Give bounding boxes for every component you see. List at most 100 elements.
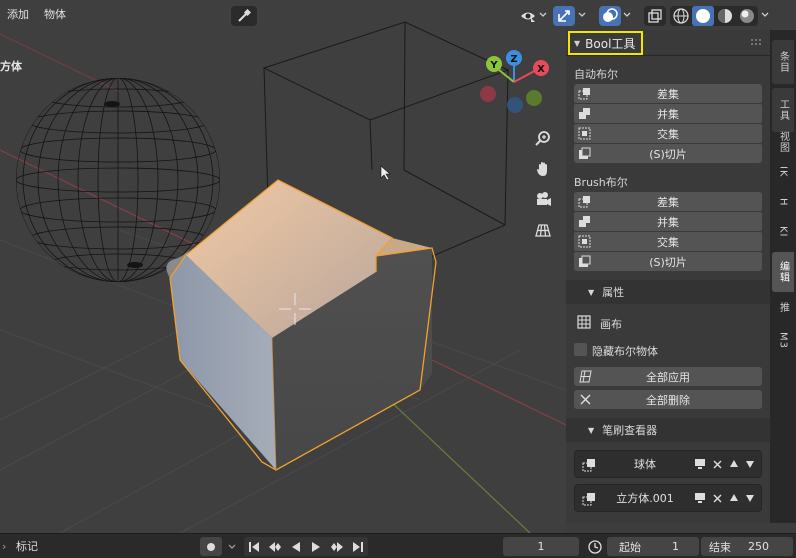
gizmo-icon bbox=[558, 10, 570, 22]
svg-text:X: X bbox=[537, 64, 545, 75]
navigation-gizmo: Z Y X bbox=[480, 50, 549, 113]
visibility-icon bbox=[521, 12, 535, 22]
perspective-grid-icon[interactable] bbox=[530, 217, 556, 243]
chevron-down-icon[interactable] bbox=[760, 9, 770, 21]
overlay-icon bbox=[603, 8, 618, 22]
collapse-triangle-icon: ▼ bbox=[588, 287, 595, 297]
tab-h[interactable]: H bbox=[772, 190, 794, 214]
xray-toggle-button[interactable] bbox=[644, 6, 666, 26]
arrow-up-icon[interactable] bbox=[729, 459, 739, 469]
collapse-triangle-icon: ▼ bbox=[574, 38, 581, 48]
next-keyframe-icon[interactable] bbox=[330, 541, 344, 553]
properties-subpanel-body: 画布 隐藏布尔物体 全部应用 全部删除 bbox=[566, 304, 770, 412]
chevron-down-icon[interactable] bbox=[577, 9, 587, 21]
mesh-grid-icon bbox=[579, 370, 592, 383]
delete-all-button[interactable]: 全部删除 bbox=[574, 390, 762, 409]
play-reverse-icon[interactable] bbox=[290, 541, 302, 553]
drag-handle-icon[interactable] bbox=[750, 37, 762, 47]
shading-rendered-icon[interactable] bbox=[740, 9, 754, 23]
chevron-down-icon[interactable] bbox=[538, 9, 548, 21]
hide-boolean-objects-checkbox[interactable] bbox=[574, 343, 587, 356]
tab-ik[interactable]: IK bbox=[772, 158, 794, 186]
scene-canvas[interactable]: Z Y X bbox=[0, 0, 566, 533]
monitor-icon[interactable] bbox=[694, 458, 706, 470]
brush-difference-button[interactable]: 差集 bbox=[574, 192, 762, 211]
viewport-header: 添加 物体 bbox=[0, 0, 770, 30]
slice-icon bbox=[579, 147, 591, 159]
gizmo-toggle-button[interactable] bbox=[553, 6, 575, 26]
marker-menu[interactable]: 标记 bbox=[16, 537, 38, 556]
chevron-down-icon[interactable] bbox=[226, 537, 238, 556]
auto-intersect-button[interactable]: 交集 bbox=[574, 124, 762, 143]
brush-viewer-subpanel-body: 球体 立方体.001 bbox=[566, 442, 770, 523]
auto-union-button[interactable]: 并集 bbox=[574, 104, 762, 123]
panel-title-highlight[interactable]: ▼ Bool工具 bbox=[568, 31, 644, 55]
svg-text:Y: Y bbox=[489, 60, 498, 71]
brush-item-sphere[interactable]: 球体 bbox=[574, 450, 762, 478]
n-panel-sidebar: ▼ Bool工具 自动布尔 差集 并集 交集 (S)切片 Brush布尔 差集 … bbox=[566, 30, 770, 523]
play-icon[interactable] bbox=[310, 541, 322, 553]
tab-ki[interactable]: KI bbox=[772, 218, 794, 246]
tab-item[interactable]: 条目 bbox=[772, 40, 794, 84]
canvas-grid-icon bbox=[577, 315, 591, 329]
arrow-down-icon[interactable] bbox=[745, 459, 755, 469]
chevron-icon[interactable]: › bbox=[2, 537, 12, 556]
eyedropper-icon bbox=[238, 9, 251, 22]
canvas-label: 画布 bbox=[600, 318, 622, 331]
apply-all-button[interactable]: 全部应用 bbox=[574, 367, 762, 386]
shading-material-icon[interactable] bbox=[718, 9, 732, 23]
zoom-icon[interactable] bbox=[530, 125, 556, 151]
camera-view-icon[interactable] bbox=[530, 186, 556, 212]
booltool-panel-header[interactable]: ▼ Bool工具 bbox=[566, 30, 770, 56]
svg-text:Z: Z bbox=[510, 54, 517, 65]
union-icon bbox=[579, 216, 590, 227]
tab-edit[interactable]: 编辑 bbox=[772, 252, 794, 292]
tab-push[interactable]: 推 bbox=[772, 292, 794, 322]
end-frame-field[interactable]: 结束 250 bbox=[701, 537, 793, 556]
monitor-icon[interactable] bbox=[694, 492, 706, 504]
pan-hand-icon[interactable] bbox=[530, 156, 556, 182]
xray-icon bbox=[648, 9, 662, 23]
prev-keyframe-icon[interactable] bbox=[268, 541, 282, 553]
eyedropper-button[interactable] bbox=[231, 6, 257, 26]
brush-viewer-subpanel-header[interactable]: ▼ 笔刷查看器 bbox=[566, 418, 770, 442]
jump-end-icon[interactable] bbox=[352, 541, 364, 553]
clock-icon[interactable] bbox=[585, 537, 605, 556]
brush-slice-button[interactable]: (S)切片 bbox=[574, 252, 762, 271]
jump-start-icon[interactable] bbox=[248, 541, 260, 553]
shading-solid-icon[interactable] bbox=[696, 9, 710, 23]
close-icon[interactable] bbox=[712, 493, 723, 504]
panel-title: Bool工具 bbox=[585, 36, 636, 51]
difference-icon bbox=[582, 493, 595, 506]
arrow-up-icon[interactable] bbox=[729, 493, 739, 503]
properties-subpanel-header[interactable]: ▼ 属性 bbox=[566, 280, 770, 304]
object-menu[interactable]: 物体 bbox=[40, 6, 70, 24]
tab-m3[interactable]: M3 bbox=[772, 326, 794, 354]
record-button[interactable] bbox=[200, 537, 222, 556]
brush-item-cube[interactable]: 立方体.001 bbox=[574, 484, 762, 512]
cube-object bbox=[166, 179, 437, 471]
close-icon[interactable] bbox=[712, 459, 723, 470]
current-frame-field[interactable]: 1 bbox=[503, 537, 579, 556]
overlay-toggle-button[interactable] bbox=[599, 6, 621, 26]
shading-wireframe-icon[interactable] bbox=[673, 8, 689, 24]
arrow-down-icon[interactable] bbox=[745, 493, 755, 503]
intersect-icon bbox=[578, 127, 591, 140]
visibility-button[interactable] bbox=[518, 6, 538, 26]
auto-slice-button[interactable]: (S)切片 bbox=[574, 144, 762, 163]
brush-union-button[interactable]: 并集 bbox=[574, 212, 762, 231]
auto-difference-button[interactable]: 差集 bbox=[574, 84, 762, 103]
chevron-down-icon[interactable] bbox=[622, 9, 632, 21]
playback-controls bbox=[244, 537, 368, 556]
start-frame-field[interactable]: 起始 1 bbox=[607, 537, 699, 556]
slice-icon bbox=[579, 255, 591, 267]
difference-icon bbox=[578, 88, 590, 100]
shading-mode-group bbox=[670, 6, 758, 26]
sidebar-tab-strip: 条目 工具 视图 IK H KI 编辑 推 M3 bbox=[770, 30, 796, 523]
brush-intersect-button[interactable]: 交集 bbox=[574, 232, 762, 251]
close-icon bbox=[580, 394, 591, 405]
brush-boolean-label: Brush布尔 bbox=[574, 176, 628, 189]
add-menu[interactable]: 添加 bbox=[3, 6, 33, 24]
difference-icon bbox=[582, 459, 595, 472]
3d-viewport[interactable]: Z Y X 方体 bbox=[0, 0, 566, 533]
